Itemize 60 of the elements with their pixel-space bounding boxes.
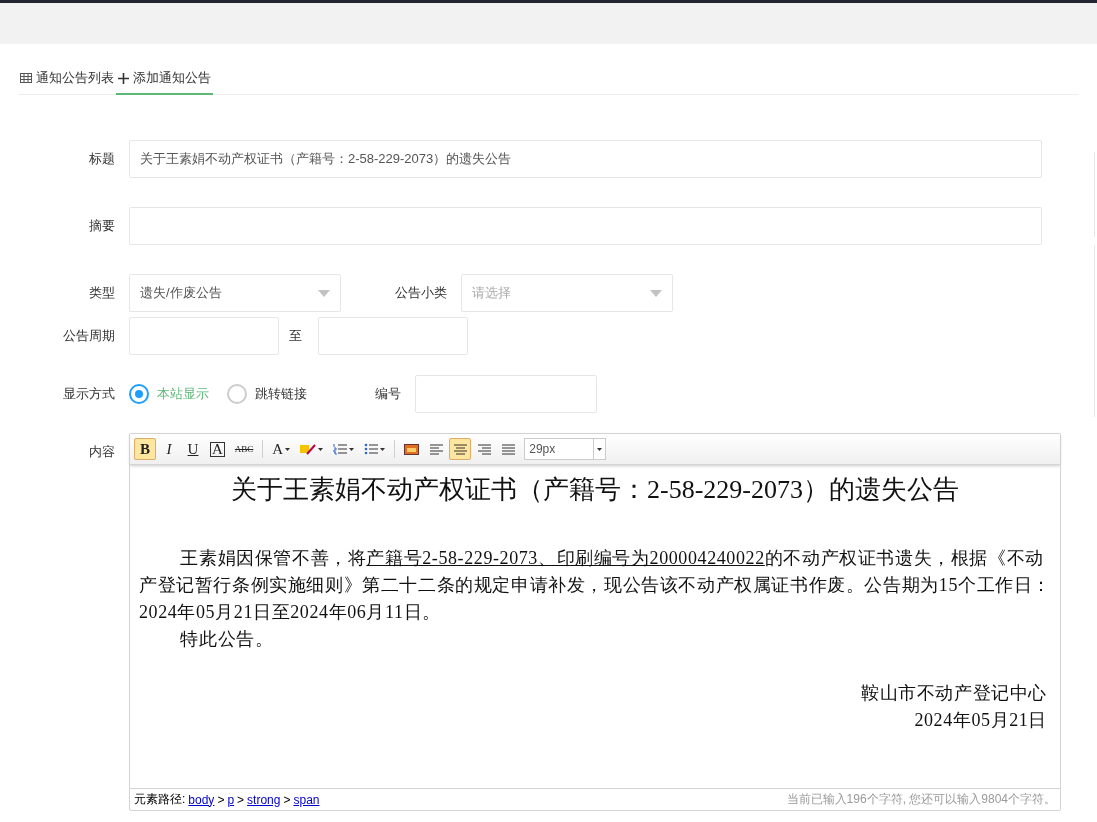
- align-left-icon: [429, 443, 443, 455]
- start-date-field[interactable]: [129, 317, 279, 355]
- numbered-list-icon: [333, 443, 348, 455]
- image-icon: [404, 443, 420, 455]
- align-center-button[interactable]: [449, 438, 472, 460]
- field-label: 公告周期: [62, 327, 115, 345]
- field-label: 内容: [88, 443, 115, 461]
- path-link[interactable]: p: [227, 792, 235, 807]
- notice-heading: 关于王素娟不动产权证书（产籍号：2-58-229-2073）的遗失公告: [230, 474, 960, 506]
- title-field[interactable]: 关于王素娟不动产权证书（产籍号：2-58-229-2073）的遗失公告: [129, 140, 1042, 178]
- path-separator: >: [237, 792, 245, 807]
- italic-button[interactable]: I: [158, 438, 180, 460]
- boxed-button[interactable]: A: [206, 438, 229, 460]
- align-right-icon: [477, 443, 491, 455]
- path-separator: >: [217, 792, 225, 807]
- caret-icon: [380, 447, 386, 451]
- field-label: 公告小类: [394, 284, 447, 302]
- path-separator: >: [283, 792, 291, 807]
- radio-option[interactable]: 跳转链接: [227, 384, 307, 404]
- bold-button[interactable]: B: [134, 438, 156, 460]
- path-link[interactable]: body: [188, 792, 215, 807]
- caret-icon: [318, 447, 324, 451]
- caret-icon: [285, 447, 291, 451]
- field-label: 类型: [88, 284, 115, 302]
- field-label: 摘要: [88, 217, 115, 235]
- font-color-button[interactable]: A: [268, 438, 295, 460]
- rich-text-editor[interactable]: [129, 433, 1061, 811]
- path-link[interactable]: span: [293, 792, 320, 807]
- path-link[interactable]: strong: [247, 792, 281, 807]
- summary-field[interactable]: [129, 207, 1042, 245]
- range-separator: 至: [289, 327, 302, 345]
- notice-paragraph: 特此公告。: [179, 628, 275, 651]
- justify-icon: [501, 443, 515, 455]
- caret-icon: [349, 447, 355, 451]
- radio-circle-icon: [129, 384, 149, 404]
- field-label: 编号: [374, 385, 401, 403]
- dropdown-caret-icon: [318, 290, 330, 297]
- tab[interactable]: 通知公告列表: [18, 63, 116, 95]
- notice-paragraph: 2024年05月21日: [913, 709, 1048, 732]
- strike-button[interactable]: ABC: [230, 438, 258, 460]
- type-select[interactable]: 遗失/作废公告: [129, 274, 341, 312]
- element-path-label: 元素路径:: [134, 791, 186, 808]
- align-center-icon: [453, 443, 467, 455]
- field-label: 标题: [88, 150, 115, 168]
- table-icon: [20, 73, 32, 83]
- tab[interactable]: 添加通知公告: [116, 63, 213, 95]
- highlighter-icon: [300, 442, 317, 456]
- caret-icon: [597, 447, 603, 451]
- dropdown-caret-icon: [650, 290, 662, 297]
- field-label: 显示方式: [62, 385, 115, 403]
- radio-circle-icon: [227, 384, 247, 404]
- end-date-field[interactable]: [318, 317, 468, 355]
- plus-icon: [118, 72, 129, 84]
- notice-paragraph: 王素娟因保管不善，将产籍号2-58-229-2073、印刷编号为200004240022的不动产权证书遗失，根据《不动产登记暂行条例实施细则》第二十二条的规定申请补发，现公告该不动产权属证书作废。公告期为15个工作日：2024年05月21日至2024年06月11日。: [139, 547, 1051, 624]
- underline-button[interactable]: U: [182, 438, 204, 460]
- character-counter: 当前已输入196个字符, 您还可以输入9804个字符。: [786, 791, 1056, 808]
- notice-paragraph: 鞍山市不动产登记中心: [860, 682, 1048, 705]
- number-field[interactable]: [415, 375, 597, 413]
- font-size-select[interactable]: 29px: [524, 438, 607, 460]
- bullet-list-icon: [364, 443, 379, 455]
